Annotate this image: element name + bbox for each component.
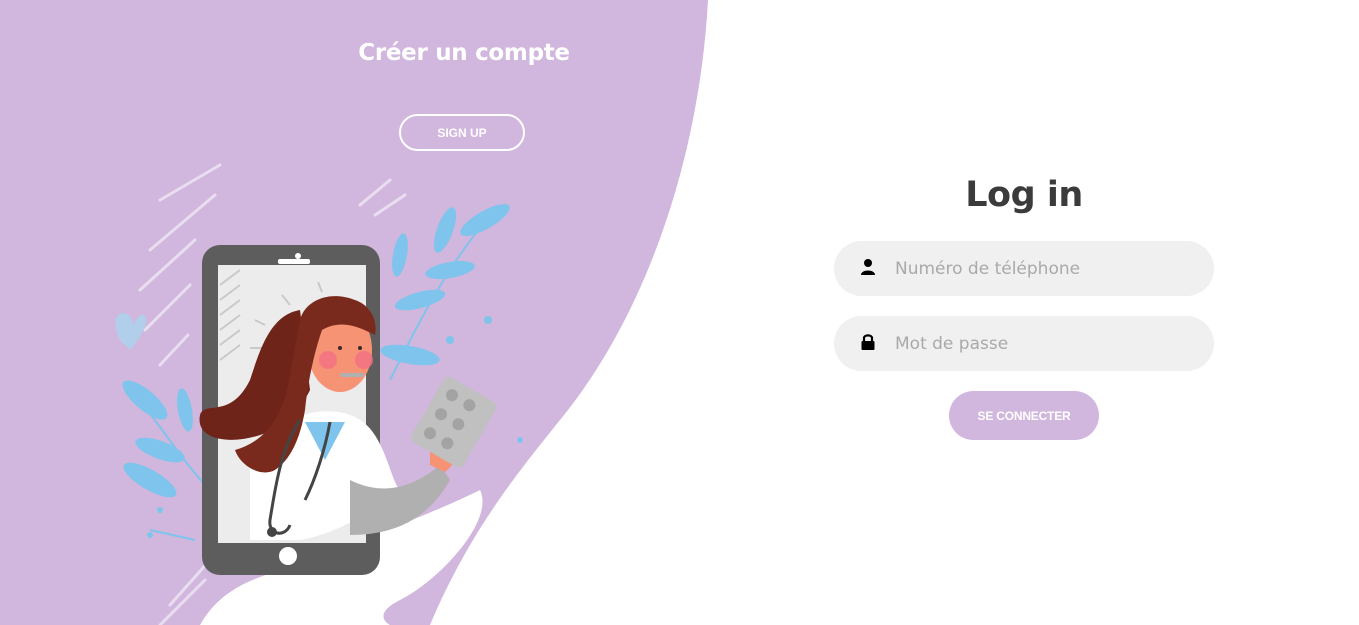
login-button[interactable]: SE CONNECTER [949, 391, 1099, 440]
login-page: Créer un compte SIGN UP Log in Numéro de… [0, 0, 1359, 625]
doctor-phone-illustration [115, 163, 523, 625]
phone-input[interactable] [895, 241, 1195, 296]
login-form: Log in SE CONNECTER [834, 175, 1214, 440]
signup-panel-title: Créer un compte [358, 40, 570, 66]
login-title: Log in [965, 175, 1083, 215]
password-field[interactable] [834, 316, 1214, 371]
signup-button[interactable]: SIGN UP [399, 114, 525, 151]
phone-field[interactable] [834, 241, 1214, 296]
lock-icon [861, 334, 875, 350]
user-icon [861, 259, 875, 275]
password-input[interactable] [895, 316, 1195, 371]
